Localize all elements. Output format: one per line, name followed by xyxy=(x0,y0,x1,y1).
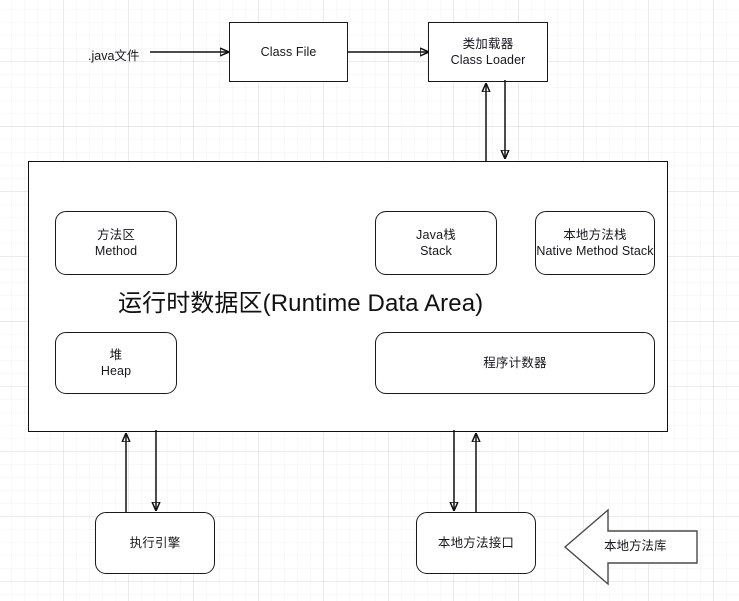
node-class-loader-label-cn: 类加载器 xyxy=(462,37,514,51)
node-heap[interactable]: 堆 Heap xyxy=(55,332,177,394)
node-method-area-label-en: Method xyxy=(94,244,138,258)
node-class-file[interactable]: Class File xyxy=(229,22,348,82)
node-method-area-label-cn: 方法区 xyxy=(96,228,136,242)
node-heap-label-en: Heap xyxy=(100,364,132,378)
node-heap-label-cn: 堆 xyxy=(109,348,123,362)
source-file-label: .java文件 xyxy=(88,49,140,63)
node-native-method-interface-label-cn: 本地方法接口 xyxy=(437,536,515,550)
node-program-counter-label-cn: 程序计数器 xyxy=(483,356,547,370)
connector-runtime-native-interface-pair xyxy=(440,430,500,514)
node-native-method-stack[interactable]: 本地方法栈 Native Method Stack xyxy=(535,211,655,275)
node-program-counter[interactable]: 程序计数器 xyxy=(375,332,655,394)
node-java-stack-label-en: Stack xyxy=(420,244,452,258)
node-method-area[interactable]: 方法区 Method xyxy=(55,211,177,275)
diagram-canvas: .java文件 Class File 类加载器 Class Loader 方法区… xyxy=(0,0,739,601)
node-java-stack[interactable]: Java栈 Stack xyxy=(375,211,497,275)
node-native-method-stack-label-cn: 本地方法栈 xyxy=(563,228,627,242)
runtime-data-area-title: 运行时数据区(Runtime Data Area) xyxy=(118,290,484,317)
node-execution-engine-label-cn: 执行引擎 xyxy=(129,536,181,550)
node-native-method-library-label-cn: 本地方法库 xyxy=(604,539,667,553)
connector-classfile-to-classloader xyxy=(348,44,434,60)
node-native-method-stack-label-en: Native Method Stack xyxy=(536,244,654,258)
node-java-stack-label-cn: Java栈 xyxy=(416,228,456,242)
node-class-loader-label-en: Class Loader xyxy=(450,53,526,67)
connector-source-to-classfile xyxy=(150,44,234,60)
node-native-method-interface[interactable]: 本地方法接口 xyxy=(416,512,536,574)
connector-classloader-runtime-pair xyxy=(470,80,530,162)
node-execution-engine[interactable]: 执行引擎 xyxy=(95,512,215,574)
node-class-loader[interactable]: 类加载器 Class Loader xyxy=(428,22,548,82)
node-class-file-label-en: Class File xyxy=(260,45,317,59)
connector-runtime-execution-engine-pair xyxy=(110,430,170,514)
